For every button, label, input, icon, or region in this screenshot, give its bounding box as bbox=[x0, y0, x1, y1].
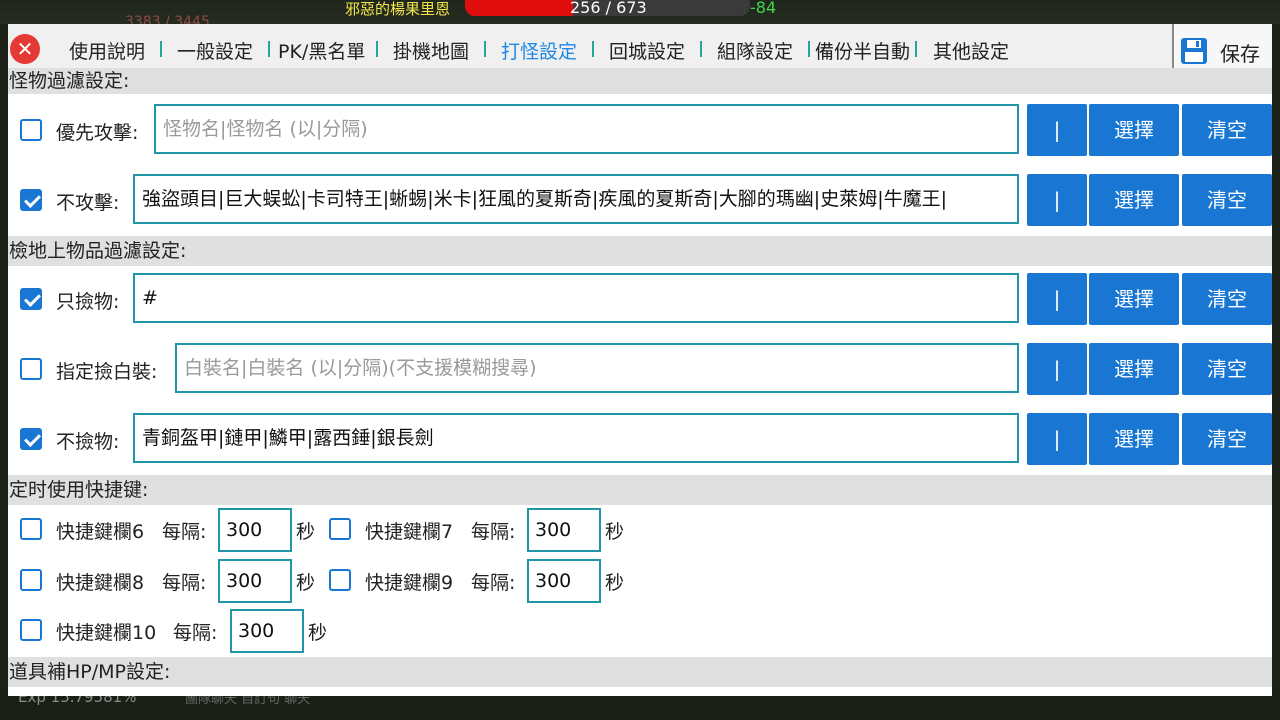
white-gear-input[interactable]: 白裝名|白裝名 (以|分隔)(不支援模糊搜尋) bbox=[175, 343, 1019, 393]
tab-general[interactable]: 一般設定 bbox=[177, 37, 253, 63]
seconds-unit: 秒 bbox=[605, 521, 625, 543]
hotkey-6-label: 快捷鍵欄6 bbox=[56, 521, 145, 543]
tab-separator bbox=[376, 41, 378, 57]
hotkey-9-label: 快捷鍵欄9 bbox=[365, 572, 454, 594]
no-attack-label: 不攻擊: bbox=[56, 192, 120, 214]
priority-attack-checkbox[interactable] bbox=[20, 119, 42, 141]
seconds-unit: 秒 bbox=[308, 622, 328, 644]
no-attack-checkbox[interactable] bbox=[20, 189, 42, 211]
tab-return-town[interactable]: 回城設定 bbox=[609, 37, 685, 63]
priority-attack-select-button[interactable]: 選擇 bbox=[1089, 104, 1179, 156]
tab-separator bbox=[268, 41, 270, 57]
hotkey-10-interval-input[interactable]: 300 bbox=[230, 609, 304, 653]
settings-panel: ✕ 使用說明 一般設定 PK/黑名單 掛機地圖 打怪設定 回城設定 組隊設定 備… bbox=[8, 24, 1272, 696]
target-hp-fill bbox=[465, 0, 574, 16]
tab-combat[interactable]: 打怪設定 bbox=[501, 37, 577, 63]
target-name: 邪惡的楊果里恩 bbox=[345, 0, 451, 18]
target-hp-text: 256 / 673 bbox=[570, 0, 647, 17]
tab-separator bbox=[808, 41, 810, 57]
tab-separator bbox=[484, 41, 486, 57]
hotkey-8-interval-input[interactable]: 300 bbox=[218, 559, 292, 603]
section-potions: 道具補HP/MP設定: bbox=[8, 657, 1272, 687]
interval-label: 每隔: bbox=[471, 572, 516, 594]
hotkey-9-checkbox[interactable] bbox=[329, 569, 351, 591]
seconds-unit: 秒 bbox=[296, 521, 316, 543]
priority-attack-pipe-button[interactable]: | bbox=[1027, 104, 1087, 156]
white-gear-checkbox[interactable] bbox=[20, 358, 42, 380]
tab-party[interactable]: 組隊設定 bbox=[717, 37, 793, 63]
only-pickup-pipe-button[interactable]: | bbox=[1027, 273, 1087, 325]
hotkey-7-interval-input[interactable]: 300 bbox=[527, 508, 601, 552]
section-pickup-filter: 檢地上物品過濾設定: bbox=[8, 236, 1272, 266]
tab-instructions[interactable]: 使用說明 bbox=[69, 37, 145, 63]
hotkey-6-interval-input[interactable]: 300 bbox=[218, 508, 292, 552]
no-pickup-input[interactable]: 青銅盔甲|鏈甲|鱗甲|露西錘|銀長劍 bbox=[133, 413, 1019, 463]
no-attack-input[interactable]: 強盜頭目|巨大蜈蚣|卡司特王|蜥蜴|米卡|狂風的夏斯奇|疾風的夏斯奇|大腳的瑪幽… bbox=[133, 174, 1019, 224]
save-label: 保存 bbox=[1220, 42, 1260, 66]
tab-separator bbox=[592, 41, 594, 57]
tab-separator bbox=[160, 41, 162, 57]
interval-label: 每隔: bbox=[162, 572, 207, 594]
interval-label: 每隔: bbox=[162, 521, 207, 543]
close-button[interactable]: ✕ bbox=[10, 34, 40, 64]
seconds-unit: 秒 bbox=[296, 572, 316, 594]
seconds-unit: 秒 bbox=[605, 572, 625, 594]
white-gear-clear-button[interactable]: 清空 bbox=[1182, 343, 1272, 395]
only-pickup-input[interactable]: # bbox=[133, 273, 1019, 323]
priority-attack-input[interactable]: 怪物名|怪物名 (以|分隔) bbox=[154, 104, 1019, 154]
no-pickup-checkbox[interactable] bbox=[20, 428, 42, 450]
no-pickup-select-button[interactable]: 選擇 bbox=[1089, 413, 1179, 465]
hotkey-7-checkbox[interactable] bbox=[329, 518, 351, 540]
only-pickup-clear-button[interactable]: 清空 bbox=[1182, 273, 1272, 325]
no-pickup-label: 不撿物: bbox=[56, 431, 120, 453]
tab-backup-semi-auto[interactable]: 備份半自動 bbox=[815, 37, 910, 63]
only-pickup-select-button[interactable]: 選擇 bbox=[1089, 273, 1179, 325]
hotkey-10-label: 快捷鍵欄10 bbox=[56, 622, 157, 644]
hotkey-7-label: 快捷鍵欄7 bbox=[365, 521, 454, 543]
interval-label: 每隔: bbox=[173, 622, 218, 644]
tab-separator bbox=[700, 41, 702, 57]
hotkey-6-checkbox[interactable] bbox=[20, 518, 42, 540]
floppy-disk-icon bbox=[1181, 38, 1207, 64]
no-attack-pipe-button[interactable]: | bbox=[1027, 174, 1087, 226]
tab-separator bbox=[915, 41, 917, 57]
tab-pk-blacklist[interactable]: PK/黑名單 bbox=[278, 37, 365, 63]
only-pickup-label: 只撿物: bbox=[56, 291, 120, 313]
white-gear-select-button[interactable]: 選擇 bbox=[1089, 343, 1179, 395]
interval-label: 每隔: bbox=[471, 521, 516, 543]
only-pickup-checkbox[interactable] bbox=[20, 288, 42, 310]
tab-other[interactable]: 其他設定 bbox=[933, 37, 1009, 63]
damage-text: -84 bbox=[750, 0, 777, 17]
priority-attack-label: 優先攻擊: bbox=[56, 122, 139, 144]
no-attack-clear-button[interactable]: 清空 bbox=[1182, 174, 1272, 226]
no-pickup-pipe-button[interactable]: | bbox=[1027, 413, 1087, 465]
white-gear-label: 指定撿白裝: bbox=[56, 361, 158, 383]
hotkey-8-checkbox[interactable] bbox=[20, 569, 42, 591]
no-attack-select-button[interactable]: 選擇 bbox=[1089, 174, 1179, 226]
save-button[interactable]: 保存 bbox=[1174, 24, 1272, 74]
tab-idle-map[interactable]: 掛機地圖 bbox=[393, 37, 469, 63]
hotkey-8-label: 快捷鍵欄8 bbox=[56, 572, 145, 594]
hotkey-9-interval-input[interactable]: 300 bbox=[527, 559, 601, 603]
section-monster-filter: 怪物過濾設定: bbox=[8, 68, 1272, 94]
priority-attack-clear-button[interactable]: 清空 bbox=[1182, 104, 1272, 156]
white-gear-pipe-button[interactable]: | bbox=[1027, 343, 1087, 395]
section-hotkeys: 定时使用快捷键: bbox=[8, 475, 1272, 505]
hotkey-10-checkbox[interactable] bbox=[20, 619, 42, 641]
no-pickup-clear-button[interactable]: 清空 bbox=[1182, 413, 1272, 465]
